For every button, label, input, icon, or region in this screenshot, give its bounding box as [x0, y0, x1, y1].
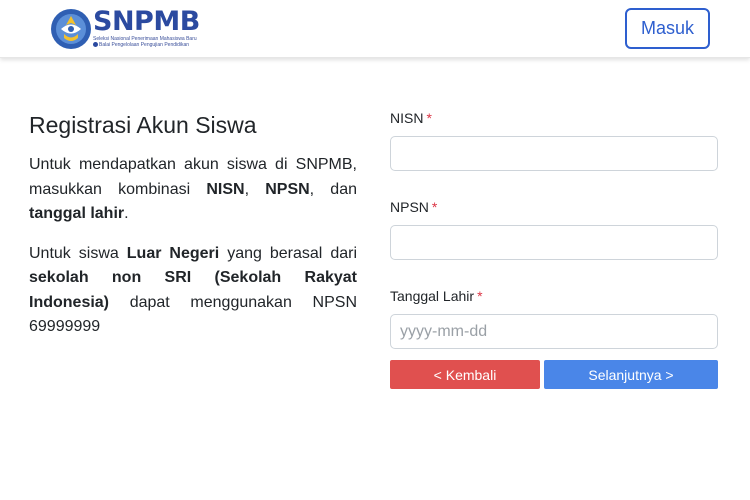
intro-p1-sep2: , dan [309, 180, 358, 198]
nisn-label-text: NISN [390, 110, 424, 126]
navbar: SNPMB Seleksi Nasional Penerimaan Mahasi… [0, 0, 750, 58]
intro-p2-luar-negeri: Luar Negeri [126, 244, 220, 262]
bppp-mark-icon [93, 42, 98, 48]
intro-p1-npsn: NPSN [265, 180, 310, 198]
tut-wuri-handayani-emblem-icon [51, 9, 91, 49]
nisn-label: NISN * [390, 108, 718, 128]
intro-p1-nisn: NISN [206, 180, 245, 198]
intro-p2-lead: Untuk siswa [29, 244, 127, 262]
npsn-input[interactable] [390, 225, 718, 260]
next-button[interactable]: Selanjutnya > [544, 360, 718, 389]
form-actions: < Kembali Selanjutnya > [390, 360, 718, 389]
registration-form: NISN * NPSN * Tanggal Lahir * [390, 108, 718, 375]
snpmb-logo[interactable]: SNPMB Seleksi Nasional Penerimaan Mahasi… [50, 6, 213, 52]
npsn-label-text: NPSN [390, 199, 429, 215]
dob-label-text: Tanggal Lahir [390, 288, 475, 304]
intro-p1-sep1: , [244, 180, 266, 198]
nisn-required-mark: * [426, 110, 432, 126]
registration-intro: Registrasi Akun Siswa Untuk mendapatkan … [29, 110, 357, 355]
dob-label: Tanggal Lahir * [390, 286, 718, 306]
page-title: Registrasi Akun Siswa [29, 112, 257, 138]
npsn-required-mark: * [431, 199, 438, 215]
login-button[interactable]: Masuk [625, 8, 710, 49]
intro-paragraph-2: Untuk siswa Luar Negeri yang berasal dar… [29, 242, 357, 340]
dob-required-mark: * [477, 288, 483, 304]
intro-p1-end: . [124, 205, 129, 222]
intro-p2-mid: yang berasal dari [219, 244, 357, 262]
logo-wordmark: SNPMB [93, 6, 200, 37]
intro-p1-dob: tanggal lahir [29, 205, 125, 222]
npsn-label: NPSN * [390, 197, 718, 217]
nisn-input[interactable] [390, 136, 718, 171]
logo-subtagline: Balai Pengelolaan Pengujian Pendidikan [93, 42, 213, 48]
back-button[interactable]: < Kembali [390, 360, 540, 389]
logo-subtagline-text: Balai Pengelolaan Pengujian Pendidikan [99, 42, 190, 48]
dob-input[interactable] [390, 314, 718, 349]
intro-paragraph-1: Untuk mendapatkan akun siswa di SNPMB, m… [29, 153, 357, 227]
